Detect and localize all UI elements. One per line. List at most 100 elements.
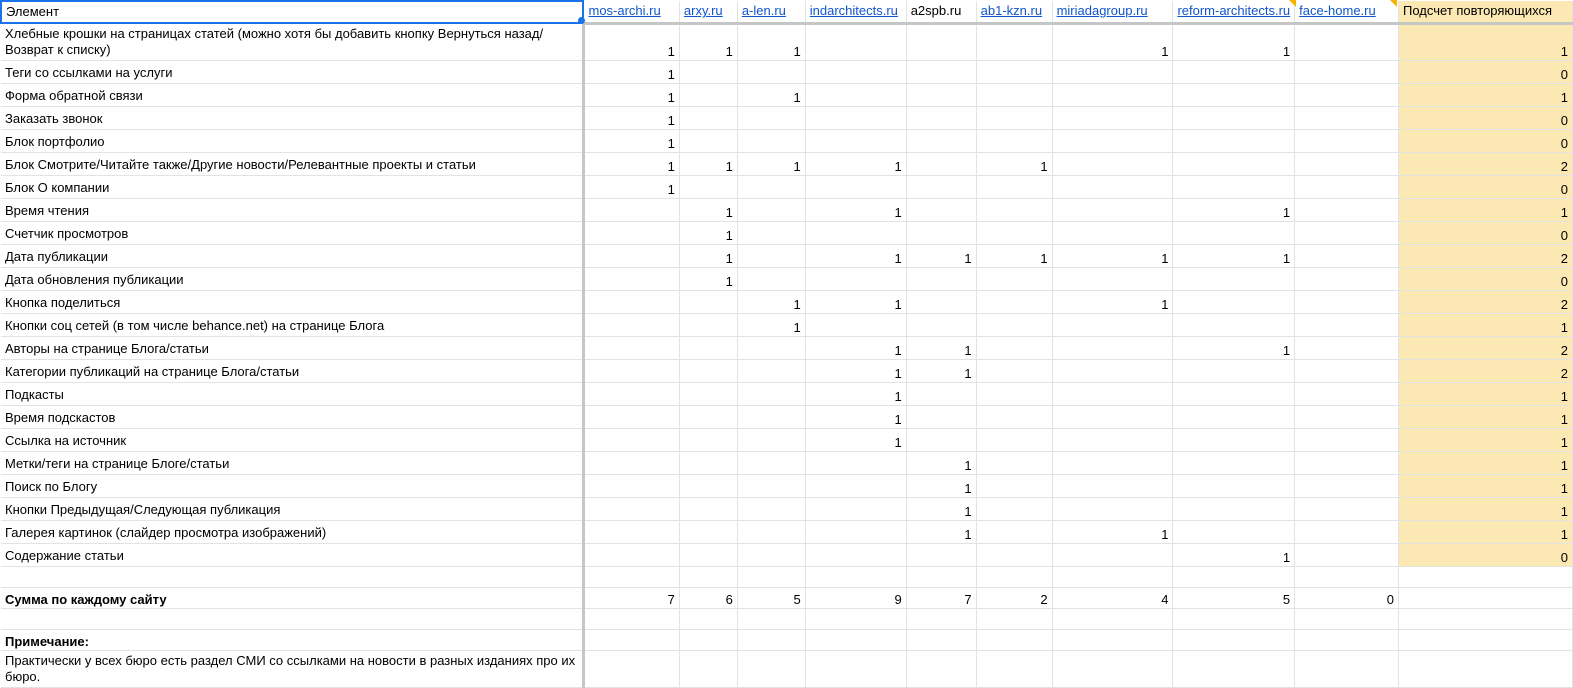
value-cell[interactable] (583, 313, 680, 337)
value-cell[interactable] (583, 359, 680, 383)
value-cell[interactable]: 1 (737, 313, 806, 337)
value-cell[interactable] (976, 198, 1053, 222)
empty-cell[interactable] (1052, 566, 1174, 588)
value-cell[interactable]: 1 (805, 336, 907, 360)
value-cell[interactable] (679, 474, 738, 498)
value-cell[interactable] (1294, 359, 1400, 383)
site-link[interactable]: mos-archi.ru (588, 3, 660, 18)
value-cell[interactable] (976, 83, 1053, 107)
value-cell[interactable] (906, 106, 977, 130)
value-cell[interactable] (976, 474, 1053, 498)
value-cell[interactable] (906, 290, 977, 314)
empty-cell[interactable] (1172, 608, 1296, 630)
empty-cell[interactable] (1172, 566, 1296, 588)
value-cell[interactable] (1172, 428, 1296, 452)
count-cell[interactable]: 0 (1398, 543, 1573, 567)
value-cell[interactable] (976, 23, 1053, 61)
value-cell[interactable] (976, 106, 1053, 130)
value-cell[interactable] (906, 23, 977, 61)
note-title-cell[interactable]: Примечание: (1, 629, 585, 651)
empty-cell[interactable] (1, 608, 585, 630)
value-cell[interactable] (1052, 83, 1174, 107)
value-cell[interactable]: 1 (583, 106, 680, 130)
value-cell[interactable]: 1 (906, 474, 977, 498)
value-cell[interactable]: 1 (679, 152, 738, 176)
empty-cell[interactable] (1294, 650, 1400, 688)
count-cell[interactable]: 1 (1398, 83, 1573, 107)
value-cell[interactable] (737, 474, 806, 498)
value-cell[interactable] (805, 221, 907, 245)
site-link[interactable]: arxy.ru (684, 3, 723, 18)
empty-cell[interactable] (1172, 629, 1296, 651)
value-cell[interactable] (906, 428, 977, 452)
value-cell[interactable] (1052, 543, 1174, 567)
value-cell[interactable] (1172, 129, 1296, 153)
value-cell[interactable] (679, 520, 738, 544)
value-cell[interactable] (976, 336, 1053, 360)
value-cell[interactable] (1294, 23, 1400, 61)
value-cell[interactable] (1294, 152, 1400, 176)
value-cell[interactable] (1172, 313, 1296, 337)
value-cell[interactable]: 1 (679, 267, 738, 291)
empty-cell[interactable] (583, 608, 680, 630)
value-cell[interactable] (583, 221, 680, 245)
value-cell[interactable] (976, 451, 1053, 475)
value-cell[interactable]: 1 (906, 359, 977, 383)
value-cell[interactable] (976, 175, 1053, 199)
value-cell[interactable] (805, 129, 907, 153)
header-cell-count[interactable]: Подсчет повторяющихся (1398, 1, 1573, 25)
empty-cell[interactable] (906, 566, 977, 588)
count-cell[interactable]: 1 (1398, 23, 1573, 61)
value-cell[interactable] (906, 129, 977, 153)
value-cell[interactable] (805, 543, 907, 567)
value-cell[interactable] (737, 60, 806, 84)
value-cell[interactable] (976, 129, 1053, 153)
value-cell[interactable]: 1 (583, 60, 680, 84)
value-cell[interactable] (1294, 405, 1400, 429)
value-cell[interactable]: 1 (679, 198, 738, 222)
header-cell-site[interactable]: indarchitects.ru (805, 1, 907, 25)
sum-value-cell[interactable]: 0 (1294, 587, 1400, 609)
empty-cell[interactable] (737, 566, 806, 588)
value-cell[interactable] (1052, 313, 1174, 337)
value-cell[interactable] (583, 244, 680, 268)
value-cell[interactable] (1294, 520, 1400, 544)
empty-cell[interactable] (805, 629, 907, 651)
value-cell[interactable]: 1 (737, 23, 806, 61)
value-cell[interactable] (805, 106, 907, 130)
row-name-cell[interactable]: Галерея картинок (слайдер просмотра изоб… (1, 520, 585, 544)
value-cell[interactable] (737, 520, 806, 544)
value-cell[interactable] (1052, 474, 1174, 498)
value-cell[interactable]: 1 (1172, 244, 1296, 268)
value-cell[interactable] (906, 313, 977, 337)
sum-value-cell[interactable]: 2 (976, 587, 1053, 609)
value-cell[interactable] (679, 175, 738, 199)
count-cell[interactable]: 1 (1398, 198, 1573, 222)
value-cell[interactable] (737, 129, 806, 153)
value-cell[interactable] (583, 543, 680, 567)
header-cell-site[interactable]: arxy.ru (679, 1, 738, 25)
empty-cell[interactable] (1398, 650, 1573, 688)
value-cell[interactable] (805, 497, 907, 521)
empty-cell[interactable] (805, 650, 907, 688)
empty-cell[interactable] (1294, 629, 1400, 651)
value-cell[interactable] (1172, 221, 1296, 245)
empty-cell[interactable] (1294, 608, 1400, 630)
value-cell[interactable] (737, 497, 806, 521)
value-cell[interactable]: 1 (906, 497, 977, 521)
row-name-cell[interactable]: Время чтения (1, 198, 585, 222)
value-cell[interactable]: 1 (805, 198, 907, 222)
count-cell[interactable]: 0 (1398, 129, 1573, 153)
value-cell[interactable] (1294, 244, 1400, 268)
value-cell[interactable]: 1 (906, 244, 977, 268)
value-cell[interactable]: 1 (906, 336, 977, 360)
sum-label-cell[interactable]: Сумма по каждому сайту (1, 587, 585, 609)
empty-cell[interactable] (1398, 587, 1573, 609)
header-cell-site[interactable]: miriadagroup.ru (1052, 1, 1174, 25)
row-name-cell[interactable]: Время подскастов (1, 405, 585, 429)
value-cell[interactable] (1294, 474, 1400, 498)
value-cell[interactable] (737, 428, 806, 452)
empty-cell[interactable] (1, 566, 585, 588)
value-cell[interactable] (737, 221, 806, 245)
empty-cell[interactable] (1398, 566, 1573, 588)
